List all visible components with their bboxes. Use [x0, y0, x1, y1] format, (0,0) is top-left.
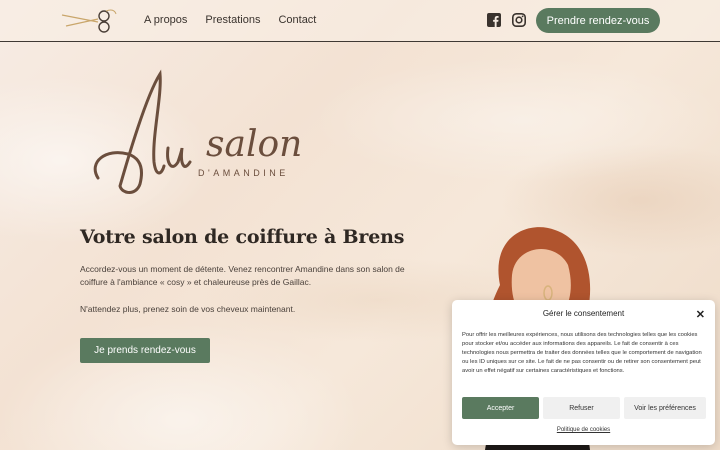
consent-text: Pour offrir les meilleures expériences, …: [462, 332, 702, 374]
hero-paragraph: Accordez-vous un moment de détente. Vene…: [80, 264, 405, 287]
view-preferences-button[interactable]: Voir les préférences: [624, 397, 706, 419]
nav-link-a-propos[interactable]: A propos: [144, 14, 187, 26]
main-nav: A propos Prestations Contact: [144, 14, 316, 26]
consent-title: Gérer le consentement: [542, 309, 625, 318]
refuse-button[interactable]: Refuser: [543, 397, 620, 419]
salon-logo: salon D'AMANDINE: [93, 69, 302, 194]
hero-paragraph-cta: N'attendez plus, prenez soin de vos chev…: [80, 304, 296, 314]
facebook-icon[interactable]: [487, 13, 501, 27]
svg-text:salon: salon: [206, 124, 302, 165]
nav-link-contact[interactable]: Contact: [278, 14, 316, 26]
page-title: Votre salon de coiffure à Brens: [80, 226, 405, 248]
accept-button[interactable]: Accepter: [462, 397, 539, 419]
site-header: A propos Prestations Contact Prendre ren…: [0, 0, 720, 42]
book-appointment-button[interactable]: Prendre rendez-vous: [536, 8, 660, 33]
scissors-icon[interactable]: [60, 6, 118, 36]
cookie-consent-dialog: Gérer le consentement ✕ Pour offrir les …: [452, 300, 715, 445]
svg-text:D'AMANDINE: D'AMANDINE: [198, 168, 289, 178]
close-icon[interactable]: ✕: [696, 308, 705, 321]
nav-link-prestations[interactable]: Prestations: [205, 14, 260, 26]
book-appointment-hero-button[interactable]: Je prends rendez-vous: [80, 338, 210, 363]
instagram-icon[interactable]: [512, 13, 526, 27]
cookie-policy-link[interactable]: Politique de cookies: [452, 427, 715, 433]
